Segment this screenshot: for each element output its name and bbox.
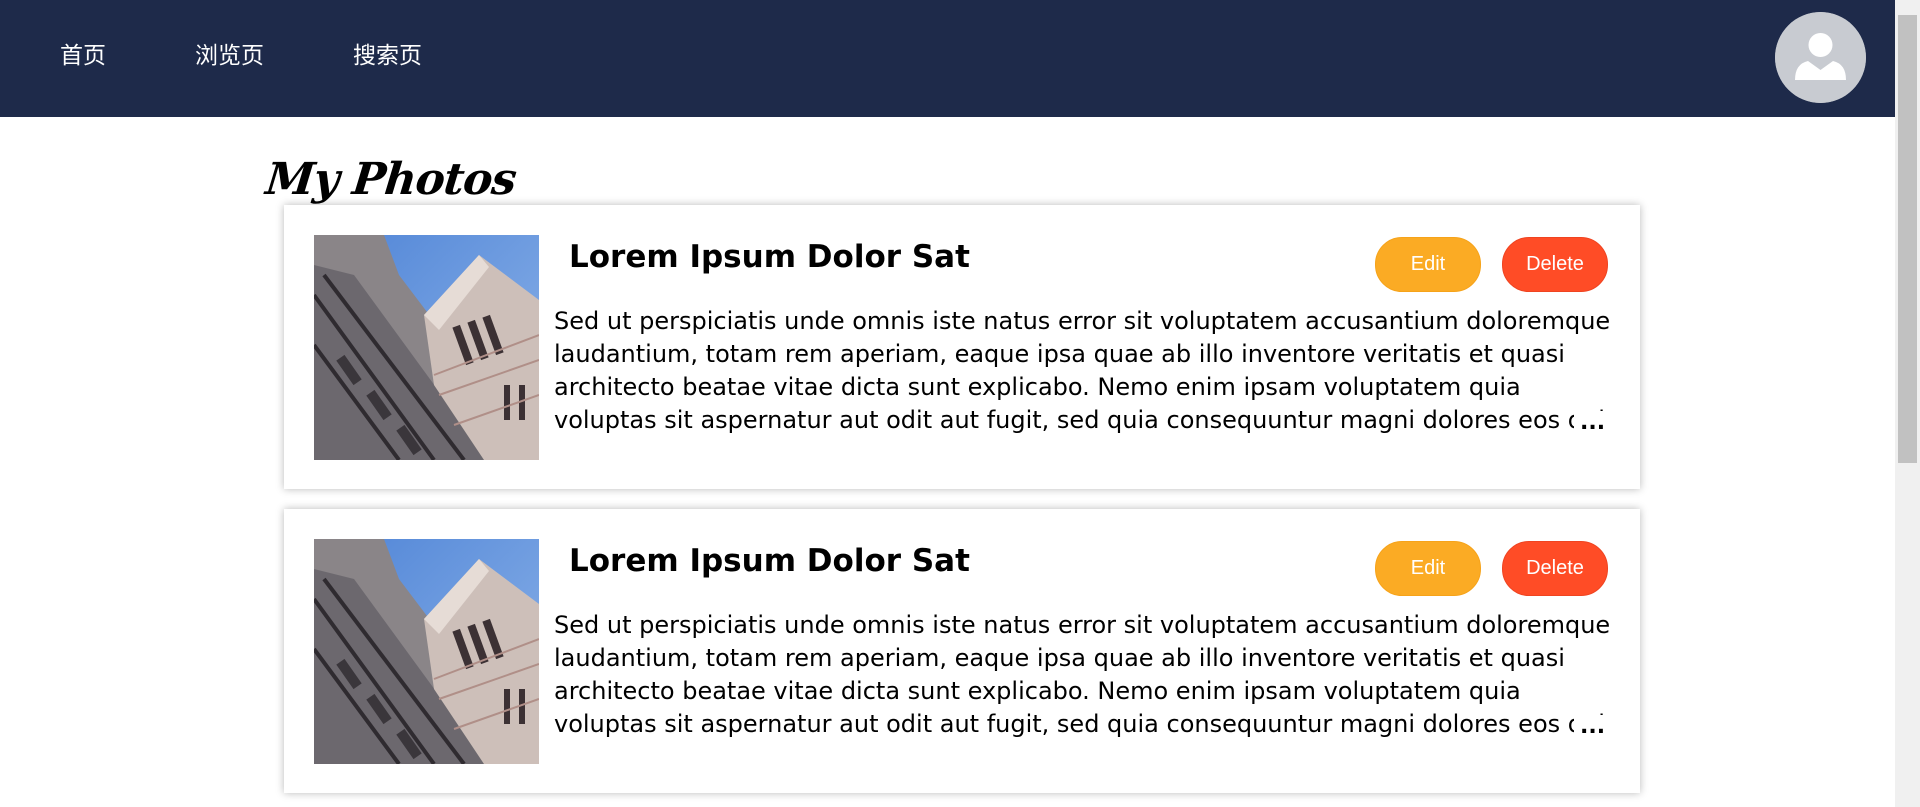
photo-thumbnail[interactable] xyxy=(314,539,539,764)
photo-title: Lorem Ipsum Dolor Sat xyxy=(569,239,970,275)
edit-button[interactable]: Edit xyxy=(1375,541,1481,596)
photo-description: Sed ut perspiciatis unde omnis iste natu… xyxy=(554,611,1611,738)
photo-thumbnail[interactable] xyxy=(314,235,539,460)
cathedral-photo-icon xyxy=(314,235,539,460)
photo-description: Sed ut perspiciatis unde omnis iste natu… xyxy=(554,307,1611,434)
user-avatar[interactable] xyxy=(1775,12,1866,103)
nav-link-search[interactable]: 搜索页 xyxy=(353,40,422,72)
delete-button[interactable]: Delete xyxy=(1502,237,1608,292)
photo-card: Lorem Ipsum Dolor Sat Edit Delete Sed ut… xyxy=(284,205,1640,489)
scrollbar-thumb[interactable] xyxy=(1898,15,1917,463)
delete-button[interactable]: Delete xyxy=(1502,541,1608,596)
photo-title: Lorem Ipsum Dolor Sat xyxy=(569,543,970,579)
edit-button[interactable]: Edit xyxy=(1375,237,1481,292)
user-avatar-icon xyxy=(1775,12,1866,103)
page: 首页 浏览页 搜索页 My Photos Lorem Ipsum Dolor S… xyxy=(0,0,1920,807)
top-navbar: 首页 浏览页 搜索页 xyxy=(0,0,1895,117)
cathedral-photo-icon xyxy=(314,539,539,764)
more-ellipsis[interactable]: ... xyxy=(1574,715,1606,739)
nav-link-browse[interactable]: 浏览页 xyxy=(195,40,264,72)
photo-list: Lorem Ipsum Dolor Sat Edit Delete Sed ut… xyxy=(284,205,1640,807)
photo-card: Lorem Ipsum Dolor Sat Edit Delete Sed ut… xyxy=(284,509,1640,793)
more-ellipsis[interactable]: ... xyxy=(1574,411,1606,435)
page-title: My Photos xyxy=(263,154,519,205)
nav-link-home[interactable]: 首页 xyxy=(60,40,106,72)
